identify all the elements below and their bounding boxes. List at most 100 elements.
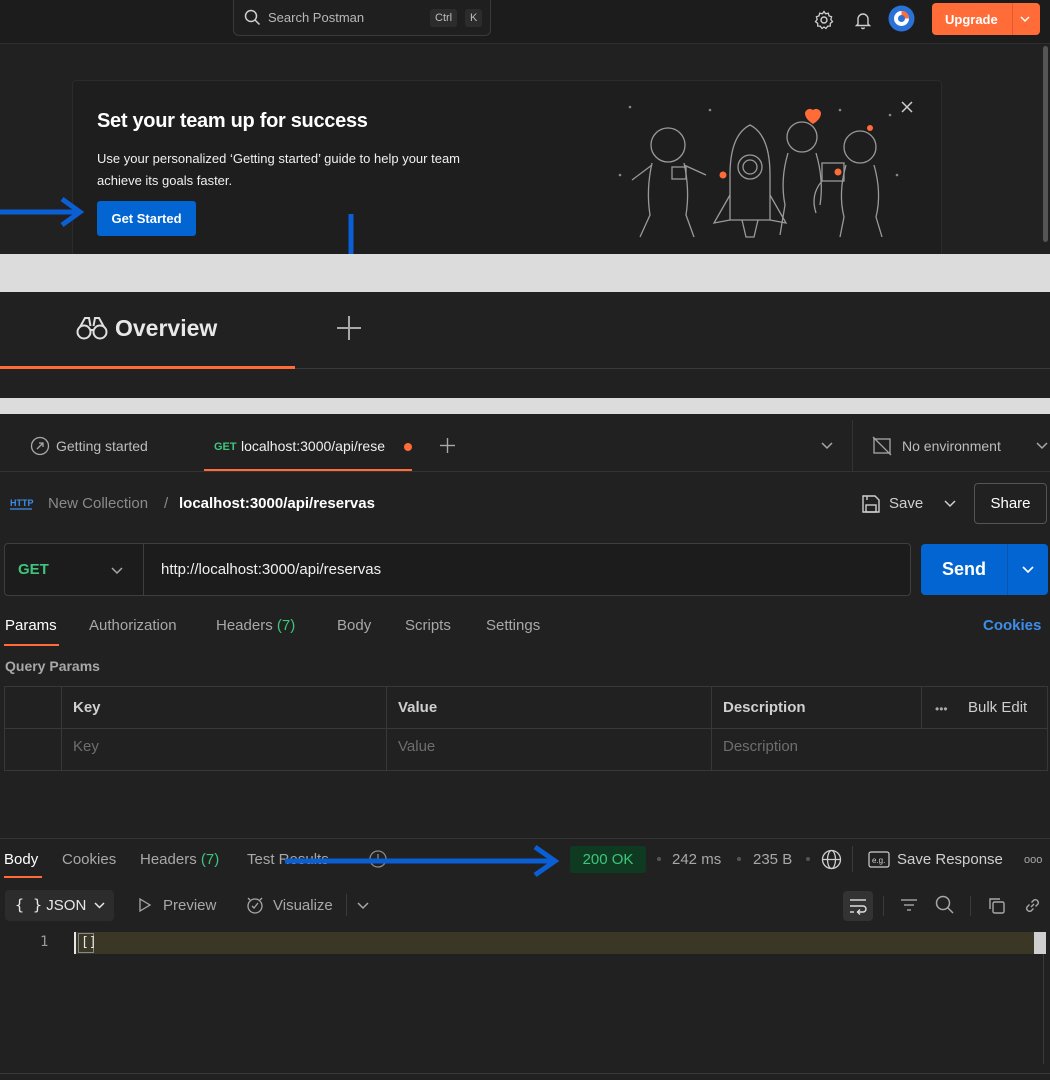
tab-response-headers[interactable]: Headers (7) (140, 851, 219, 868)
key-input[interactable]: Key (73, 738, 99, 755)
copy-icon[interactable] (987, 896, 1006, 915)
chevron-down-icon[interactable] (110, 565, 124, 577)
settings-gear-icon[interactable] (813, 9, 835, 31)
meta-separator (806, 857, 810, 861)
tab-overview[interactable]: Overview (115, 315, 217, 342)
svg-text:e.g.: e.g. (872, 856, 885, 865)
wrap-lines-button[interactable] (843, 891, 873, 921)
tab-response-headers-label: Headers (140, 851, 197, 868)
environment-selector[interactable]: No environment (902, 438, 1001, 454)
tab-response-body[interactable]: Body (4, 851, 38, 868)
overview-tab-bar (0, 292, 1050, 398)
tab-settings[interactable]: Settings (486, 617, 540, 634)
url-input[interactable]: http://localhost:3000/api/reservas (161, 561, 381, 578)
cookies-link[interactable]: Cookies (983, 617, 1041, 634)
chevron-down-icon[interactable] (943, 498, 957, 510)
response-divider (0, 838, 1050, 839)
scrollbar[interactable] (1043, 46, 1048, 242)
tab-active-request[interactable]: localhost:3000/api/rese (241, 438, 385, 454)
tab-method-badge: GET (214, 441, 237, 453)
visualize-button[interactable]: Visualize (273, 897, 333, 914)
column-header-key: Key (73, 699, 101, 716)
request-tabs-bar (0, 420, 1050, 472)
chevron-down-icon[interactable] (1021, 564, 1035, 576)
svg-text:HTTP: HTTP (10, 498, 34, 508)
breadcrumb-collection[interactable]: New Collection (48, 495, 148, 512)
chevron-down-icon[interactable] (1019, 13, 1031, 25)
example-icon: e.g. (868, 851, 890, 868)
more-options-icon[interactable]: ooo (1024, 854, 1042, 866)
response-body-code[interactable]: [] (78, 933, 97, 953)
chevron-down-icon[interactable] (93, 900, 106, 911)
share-button[interactable]: Share (974, 483, 1047, 524)
tab-divider (295, 368, 1050, 369)
more-options-icon[interactable]: ••• (935, 702, 948, 716)
visualize-icon (245, 895, 265, 915)
response-size[interactable]: 235 B (753, 851, 792, 868)
breadcrumb-request-title[interactable]: localhost:3000/api/reservas (179, 495, 375, 512)
bulk-edit-button[interactable]: Bulk Edit (968, 699, 1027, 716)
chevron-down-icon[interactable] (820, 440, 834, 452)
method-selector[interactable]: GET (18, 561, 49, 578)
filter-icon[interactable] (899, 896, 919, 914)
footer-divider (0, 1073, 1050, 1074)
toolbar-divider (883, 896, 884, 916)
breadcrumb-separator: / (164, 495, 169, 512)
network-globe-icon[interactable] (821, 849, 842, 870)
format-value: JSON (46, 897, 87, 914)
send-label: Send (942, 559, 987, 579)
new-tab-plus-icon[interactable] (336, 315, 362, 341)
text-cursor (74, 932, 76, 954)
scrollbar[interactable] (1034, 932, 1046, 954)
annotation-arrow-right (285, 842, 565, 880)
save-icon (861, 494, 881, 514)
send-button[interactable]: Send (921, 544, 1048, 595)
status-badge[interactable]: 200 OK (570, 846, 646, 873)
tab-getting-started[interactable]: Getting started (56, 438, 148, 454)
get-started-button[interactable]: Get Started (97, 201, 196, 236)
chevron-down-icon[interactable] (1035, 440, 1049, 452)
upgrade-button[interactable]: Upgrade (932, 3, 1040, 35)
value-input[interactable]: Value (398, 738, 435, 755)
search-icon[interactable] (934, 894, 955, 915)
new-tab-plus-icon[interactable] (439, 437, 456, 454)
tab-active-indicator (204, 469, 412, 471)
url-bar (4, 543, 911, 596)
format-label: { } JSON (15, 896, 87, 914)
binoculars-icon (76, 314, 108, 342)
tab-body[interactable]: Body (337, 617, 371, 634)
save-label: Save (889, 495, 924, 512)
tab-active-indicator (0, 366, 295, 369)
url-divider (143, 544, 144, 595)
editor-scrollbar-track (1043, 954, 1044, 1064)
notifications-bell-icon[interactable] (852, 9, 874, 31)
avatar[interactable] (888, 5, 915, 32)
chevron-down-icon[interactable] (356, 900, 370, 912)
banner-title: Set your team up for success (97, 110, 368, 132)
preview-button[interactable]: Preview (163, 897, 216, 914)
toolbar-divider (346, 894, 347, 916)
tab-active-indicator (4, 644, 59, 646)
tab-authorization[interactable]: Authorization (89, 617, 177, 634)
line-number: 1 (40, 934, 49, 950)
description-input[interactable]: Description (723, 738, 798, 755)
annotation-arrow-right (0, 195, 90, 229)
save-button[interactable]: Save (855, 484, 965, 524)
shortcut-ctrl-key: Ctrl (430, 9, 458, 27)
tab-headers[interactable]: Headers (7) (216, 617, 295, 634)
tab-divider (852, 420, 853, 472)
toolbar-divider (970, 896, 971, 916)
upgrade-label: Upgrade (945, 12, 998, 27)
meta-separator (737, 857, 741, 861)
shortcut-k-key: K (465, 9, 483, 27)
search-bar[interactable]: Search Postman Ctrl K (233, 0, 491, 36)
query-params-title: Query Params (5, 658, 100, 674)
format-selector[interactable]: { } JSON (5, 890, 114, 921)
tab-scripts[interactable]: Scripts (405, 617, 451, 634)
link-icon[interactable] (1022, 895, 1043, 916)
search-icon (244, 9, 261, 26)
tab-response-cookies[interactable]: Cookies (62, 851, 116, 868)
save-response-button[interactable]: Save Response (897, 851, 1003, 868)
tab-params[interactable]: Params (5, 617, 57, 634)
response-time[interactable]: 242 ms (672, 851, 721, 868)
